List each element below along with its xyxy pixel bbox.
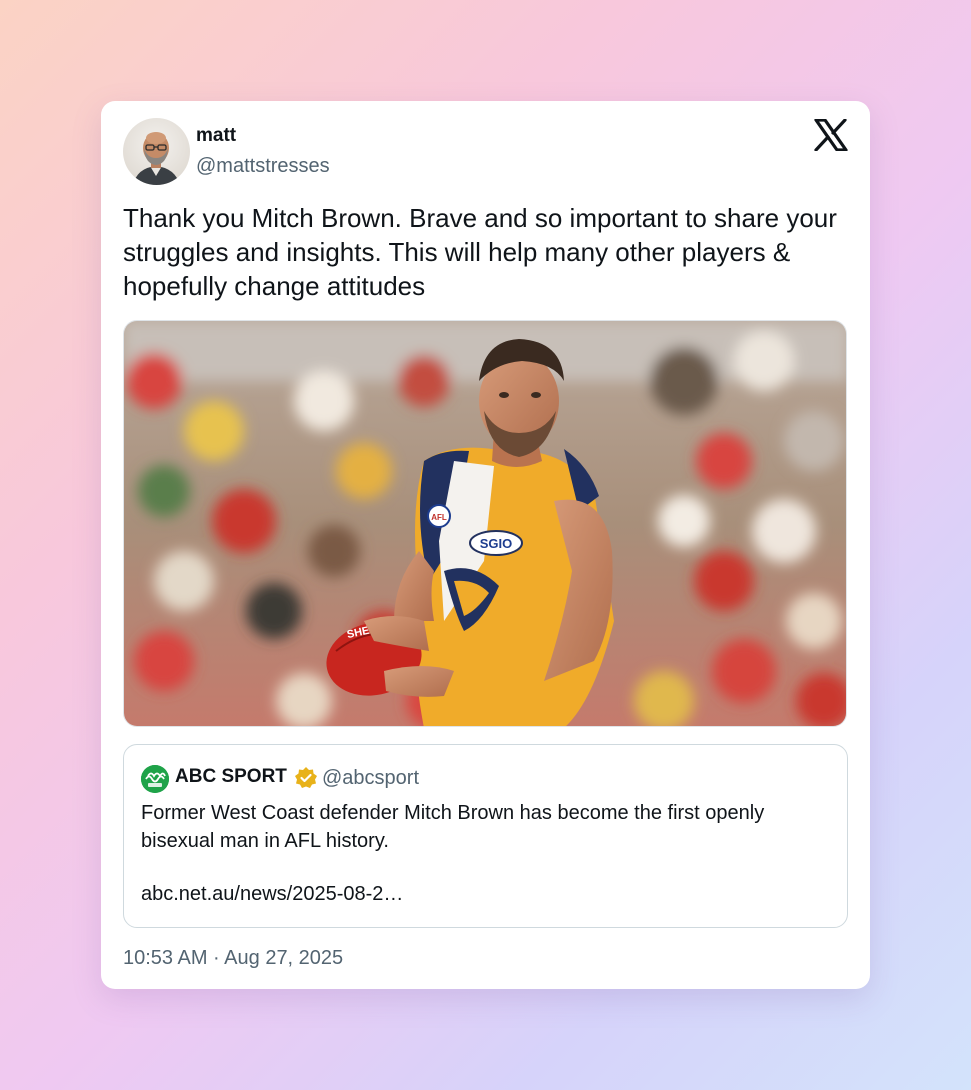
- quoted-source-handle[interactable]: @abcsport: [322, 767, 419, 790]
- tweet-timestamp[interactable]: 10:53 AM · Aug 27, 2025: [123, 947, 343, 970]
- author-name[interactable]: matt: [196, 125, 236, 147]
- verified-badge-icon: [294, 766, 318, 790]
- tweet-photo[interactable]: SGIO AFL SHERRIN: [123, 320, 847, 727]
- svg-text:SGIO: SGIO: [480, 536, 513, 551]
- author-handle[interactable]: @mattstresses: [196, 155, 330, 178]
- author-avatar[interactable]: [123, 118, 190, 185]
- svg-text:AFL: AFL: [431, 513, 447, 522]
- quoted-tweet-text: Former West Coast defender Mitch Brown h…: [141, 802, 765, 852]
- x-logo-icon[interactable]: [814, 118, 848, 152]
- quoted-tweet[interactable]: ABC SPORT @abcsport Former West Coast de…: [123, 744, 848, 928]
- quoted-tweet-link[interactable]: abc.net.au/news/2025-08-2…: [141, 883, 403, 906]
- tweet-card: matt @mattstresses Thank you Mitch Brown…: [101, 101, 870, 989]
- abc-logo-icon: [141, 765, 169, 793]
- quoted-source-name[interactable]: ABC SPORT: [175, 766, 287, 788]
- tweet-text: Thank you Mitch Brown. Brave and so impo…: [123, 203, 837, 301]
